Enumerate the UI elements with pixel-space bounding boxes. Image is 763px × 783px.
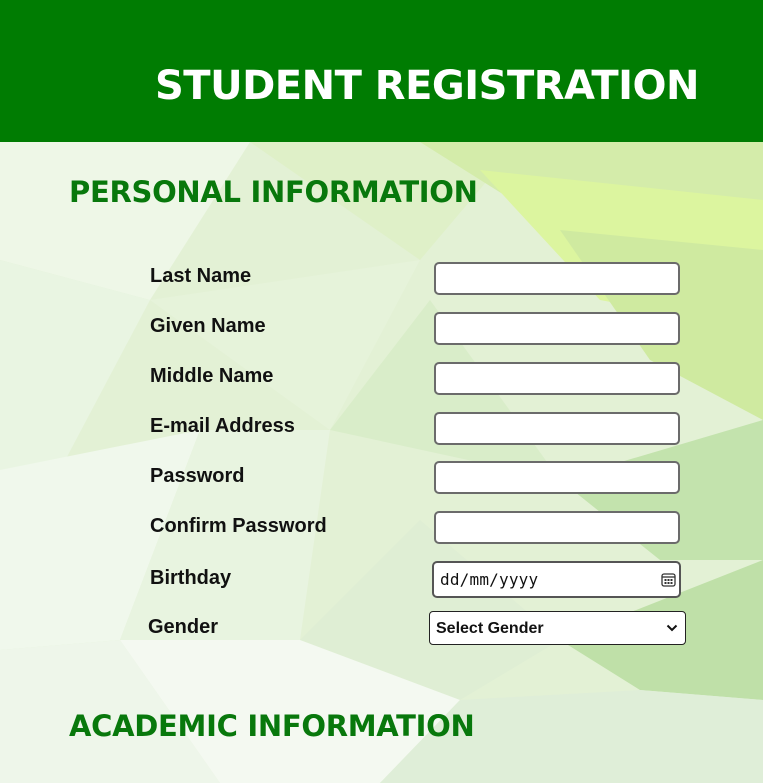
section-title-academic: ACADEMIC INFORMATION (69, 709, 475, 743)
last-name-input[interactable] (434, 262, 680, 295)
middle-name-label: Middle Name (150, 365, 274, 387)
middle-name-input[interactable] (434, 362, 680, 395)
given-name-label: Given Name (150, 315, 266, 337)
page-title: STUDENT REGISTRATION (155, 63, 700, 109)
chevron-down-icon (666, 624, 678, 632)
birthday-input[interactable]: dd/mm/yyyy (432, 561, 681, 598)
birthday-placeholder: dd/mm/yyyy (440, 570, 539, 589)
confirm-password-label: Confirm Password (150, 515, 327, 537)
email-label: E-mail Address (150, 415, 295, 437)
birthday-label: Birthday (150, 567, 232, 589)
password-label: Password (150, 465, 245, 487)
password-input[interactable] (434, 461, 680, 494)
gender-selected-value: Select Gender (436, 620, 544, 637)
given-name-input[interactable] (434, 312, 680, 345)
email-input[interactable] (434, 412, 680, 445)
gender-select[interactable]: Select Gender (429, 611, 686, 645)
header-banner: STUDENT REGISTRATION (0, 0, 763, 142)
gender-label: Gender (148, 616, 219, 638)
confirm-password-input[interactable] (434, 511, 680, 544)
last-name-label: Last Name (150, 265, 252, 287)
calendar-icon[interactable] (661, 572, 676, 587)
section-title-personal: PERSONAL INFORMATION (69, 175, 478, 209)
